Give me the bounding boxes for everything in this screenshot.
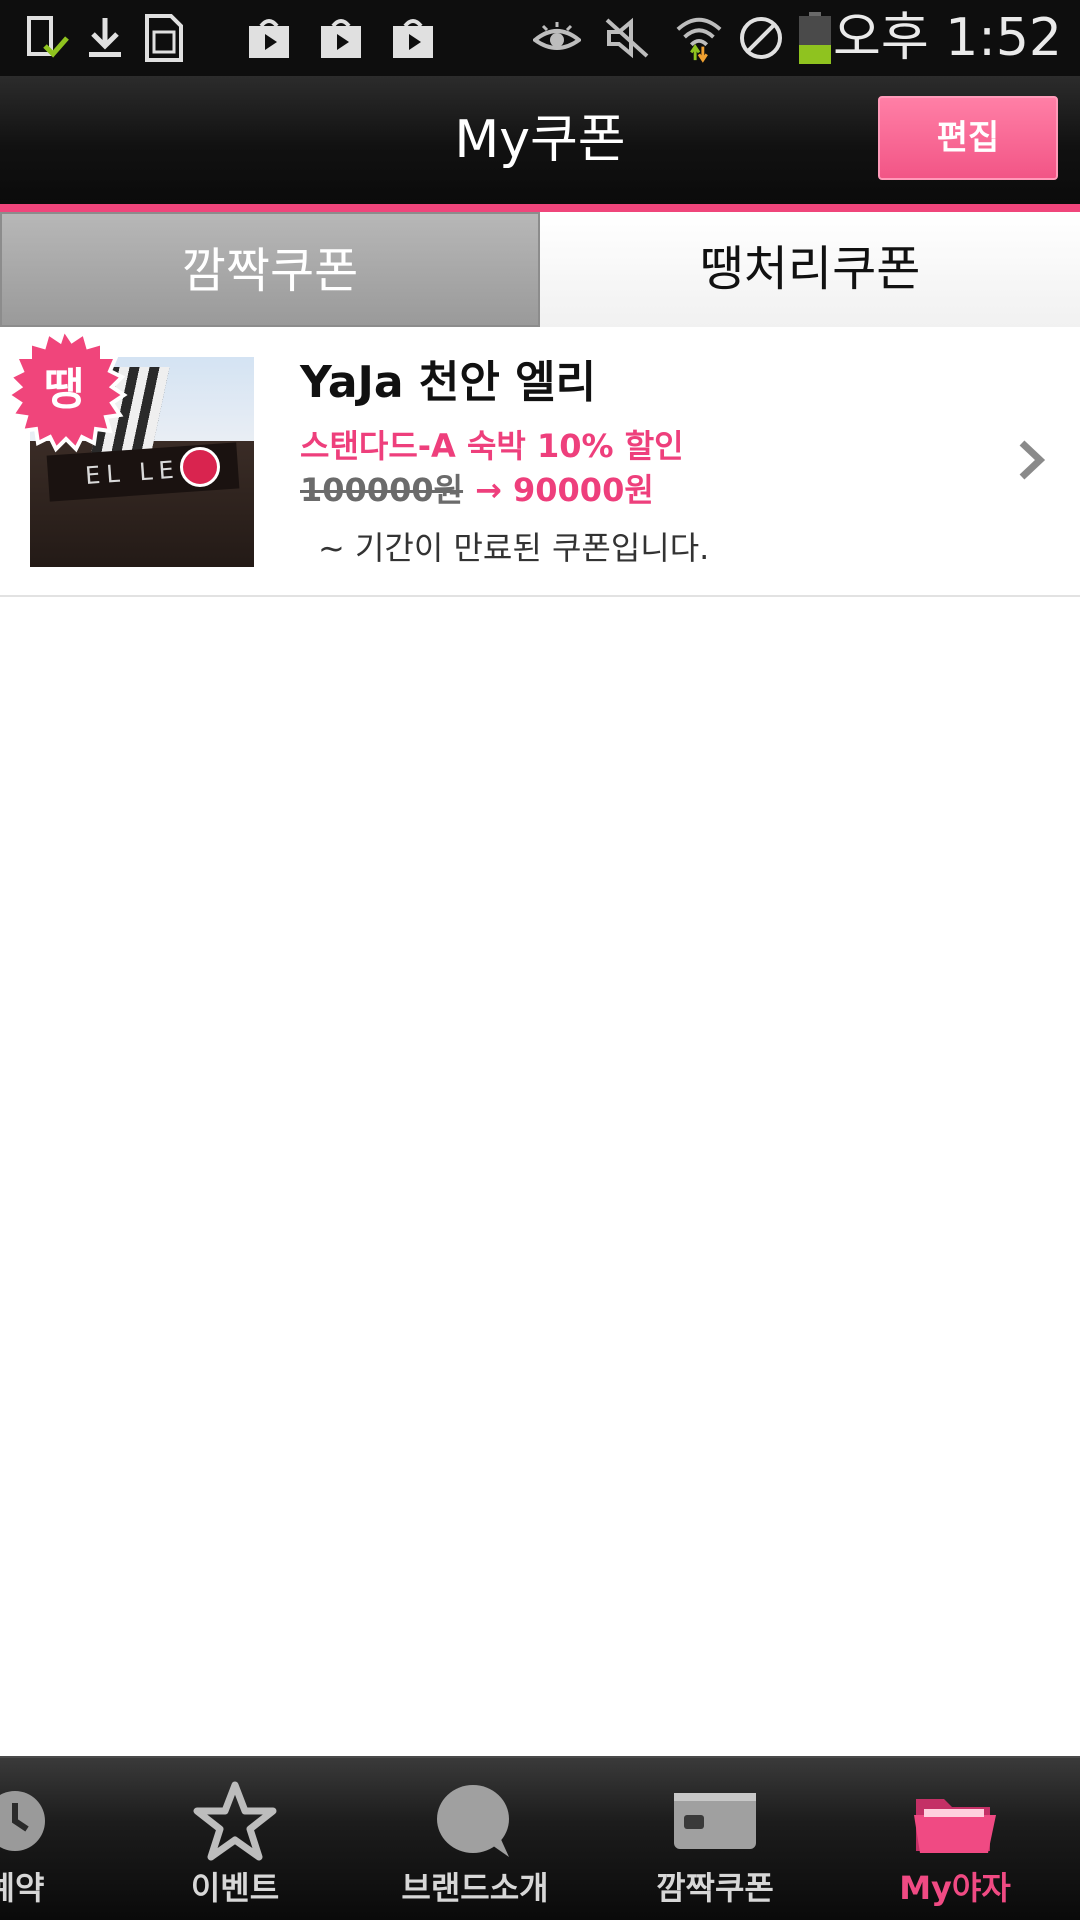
shopping-bag-icon <box>244 12 294 64</box>
coupon-tabs: 깜짝쿠폰 땡처리쿠폰 <box>0 212 1080 327</box>
wifi-icon <box>674 12 724 64</box>
nav-item-surprise-coupon[interactable]: 깜짝쿠폰 <box>615 1758 815 1920</box>
accent-divider <box>0 204 1080 212</box>
coupon-status: ~ 기간이 만료된 쿠폰입니다. <box>318 529 710 567</box>
folder-icon <box>905 1776 1005 1866</box>
coupon-hotel-name: YaJa 천안 엘리 <box>300 357 597 408</box>
coupon-price: 100000원 → 90000원 <box>300 469 654 511</box>
status-bar: 오후 1:52 <box>0 0 1080 76</box>
star-icon <box>185 1776 285 1866</box>
tab-surprise-coupon[interactable]: 깜짝쿠폰 <box>0 212 540 327</box>
coupon-description: 스탠다드-A 숙박 10% 할인 <box>300 427 684 465</box>
nav-label: 깜짝쿠폰 <box>656 1869 774 1907</box>
mute-icon <box>602 12 652 64</box>
eye-icon <box>532 12 582 64</box>
nav-label: My야자 <box>899 1869 1011 1907</box>
shopping-bag-icon <box>388 12 438 64</box>
tab-clearance-coupon[interactable]: 땡처리쿠폰 <box>540 212 1080 327</box>
edit-button[interactable]: 편집 <box>878 96 1058 180</box>
badge-label: 땡 <box>43 364 85 415</box>
nav-item-event[interactable]: 이벤트 <box>135 1758 335 1920</box>
bottom-navigation: 예약 이벤트 브랜드소개 깜짝쿠폰 My야자 <box>0 1756 1080 1920</box>
discounted-price: → 90000원 <box>475 471 654 509</box>
coupon-list-item[interactable]: EL LEE 땡 YaJa 천안 엘리 스탠다드-A 숙박 10% 할인 100… <box>0 327 1080 597</box>
original-price: 100000원 <box>300 471 464 509</box>
nav-label: 이벤트 <box>190 1869 280 1907</box>
clock-time: 오후 1:52 <box>833 8 1062 68</box>
nav-item-my-yaja[interactable]: My야자 <box>855 1758 1055 1920</box>
nav-label: 브랜드소개 <box>401 1869 549 1907</box>
shopping-bag-icon <box>316 12 366 64</box>
chevron-right-icon[interactable] <box>1014 435 1050 485</box>
clock-icon <box>0 1776 65 1866</box>
nav-label: 예약 <box>0 1869 45 1907</box>
title-bar: My쿠폰 편집 <box>0 76 1080 204</box>
nav-item-reservation[interactable]: 예약 <box>0 1758 115 1920</box>
nav-item-brand[interactable]: 브랜드소개 <box>375 1758 575 1920</box>
sim-card-icon <box>138 12 188 64</box>
clearance-badge: 땡 <box>0 327 128 455</box>
blocked-icon <box>736 12 786 64</box>
phone-check-icon <box>22 12 72 64</box>
download-icon <box>80 12 130 64</box>
card-icon <box>665 1776 765 1866</box>
speech-bubble-icon <box>425 1776 525 1866</box>
